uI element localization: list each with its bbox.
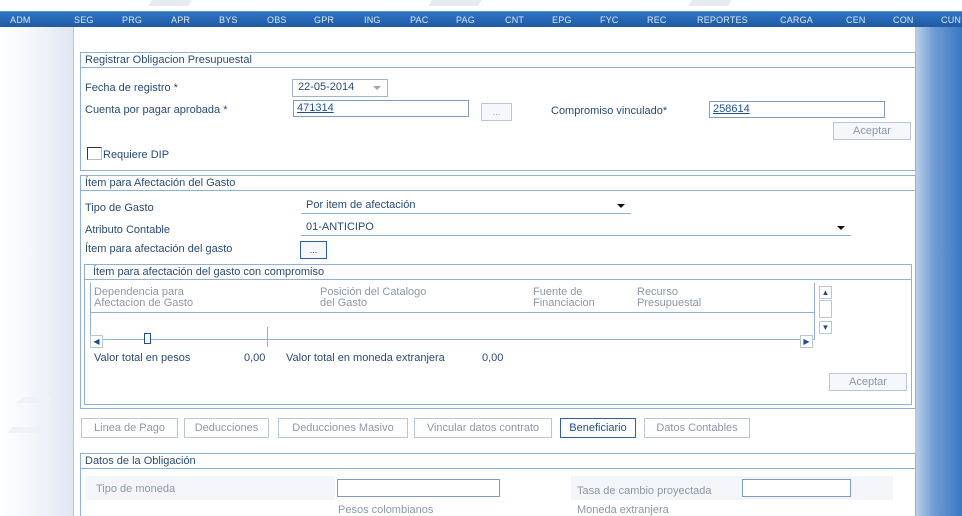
menu-item-cnt[interactable]: CNT bbox=[505, 12, 524, 27]
fecha-select[interactable]: 22-05-2014 bbox=[292, 79, 388, 97]
compromiso-label: Compromiso vinculado* bbox=[551, 105, 668, 117]
right-background bbox=[916, 27, 962, 516]
menu-item-ing[interactable]: ING bbox=[364, 12, 381, 27]
menu-item-apr[interactable]: APR bbox=[171, 12, 190, 27]
tab-deducciones[interactable]: Deducciones bbox=[184, 418, 269, 438]
menu-item-pag[interactable]: PAG bbox=[456, 12, 475, 27]
requiere-dip-checkbox[interactable] bbox=[87, 147, 102, 160]
valor-extranjera-value: 0,00 bbox=[482, 352, 504, 364]
tab-linea-de-pago[interactable]: Linea de Pago bbox=[81, 418, 178, 438]
menu-item-gpr[interactable]: GPR bbox=[314, 12, 334, 27]
chevron-down-icon bbox=[617, 204, 625, 208]
valor-pesos-value: 0,00 bbox=[244, 352, 266, 364]
scroll-down-button[interactable]: ▼ bbox=[819, 321, 832, 334]
item-afectacion-label: Ítem para afectación del gasto bbox=[85, 243, 233, 255]
cuenta-lookup-button[interactable]: ... bbox=[481, 103, 512, 121]
menu-item-cen[interactable]: CEN bbox=[846, 12, 866, 27]
column-header-recurso: Recurso Presupuestal bbox=[637, 286, 702, 309]
column-header-fuente: Fuente de Financiacion bbox=[533, 286, 595, 309]
aceptar-button[interactable]: Aceptar bbox=[833, 122, 911, 140]
scrollbar-divider bbox=[267, 327, 268, 347]
tipo-gasto-select[interactable]: Por item de afectación bbox=[301, 198, 631, 214]
scroll-left-button[interactable]: ◀ bbox=[90, 335, 103, 348]
scrollbar-track[interactable] bbox=[819, 300, 832, 318]
decoration bbox=[17, 397, 53, 403]
cuenta-input[interactable]: 471314 bbox=[293, 100, 469, 117]
menu-item-obs[interactable]: OBS bbox=[267, 12, 287, 27]
decoration bbox=[688, 0, 732, 6]
tab-deducciones-masivo[interactable]: Deducciones Masivo bbox=[278, 418, 408, 438]
menu-item-fyc[interactable]: FYC bbox=[600, 12, 619, 27]
menu-item-con[interactable]: CON bbox=[893, 12, 914, 27]
decoration bbox=[7, 427, 43, 433]
scroll-right-button[interactable]: ▶ bbox=[800, 335, 813, 348]
decoration bbox=[148, 0, 192, 6]
compromiso-input[interactable]: 258614 bbox=[709, 101, 885, 118]
tasa-label: Tasa de cambio proyectada bbox=[577, 485, 712, 497]
menu-item-reportes[interactable]: REPORTES bbox=[697, 12, 748, 27]
column-header-posicion: Posición del Catalogo del Gasto bbox=[320, 286, 427, 309]
tipo-gasto-value: Por item de afectación bbox=[306, 199, 416, 211]
valor-extranjera-label: Valor total en moneda extranjera bbox=[286, 352, 445, 364]
tipo-gasto-label: Tipo de Gasto bbox=[85, 202, 154, 214]
menu-item-adm[interactable]: ADM bbox=[10, 12, 31, 27]
scroll-up-button[interactable]: ▲ bbox=[819, 286, 832, 299]
pesos-colombianos-label: Pesos colombianos bbox=[338, 504, 434, 516]
grid-divider bbox=[91, 312, 814, 313]
menu-bar: ADM SEG PRG APR BYS OBS GPR ING PAC PAG … bbox=[0, 11, 962, 27]
chevron-down-icon bbox=[837, 226, 845, 230]
valor-pesos-label: Valor total en pesos bbox=[94, 352, 191, 364]
tab-vincular-datos-contrato[interactable]: Vincular datos contrato bbox=[414, 418, 552, 438]
requiere-dip-label: Requiere DIP bbox=[103, 149, 170, 161]
atributo-select[interactable]: 01-ANTICIPO bbox=[301, 220, 851, 236]
compromiso-value: 258614 bbox=[713, 103, 750, 115]
top-strip bbox=[0, 0, 962, 11]
menu-item-carga[interactable]: CARGA bbox=[780, 12, 813, 27]
menu-item-cun[interactable]: CUN bbox=[941, 12, 961, 27]
section-title: Ítem para Afectación del Gasto bbox=[81, 176, 915, 191]
menu-item-rec[interactable]: REC bbox=[647, 12, 667, 27]
scrollbar-thumb[interactable] bbox=[144, 333, 151, 344]
results-grid bbox=[90, 283, 815, 340]
tab-datos-contables[interactable]: Datos Contables bbox=[644, 418, 750, 438]
menu-item-seg[interactable]: SEG bbox=[74, 12, 94, 27]
cuenta-value: 471314 bbox=[297, 102, 334, 114]
menu-item-prg[interactable]: PRG bbox=[122, 12, 142, 27]
section-title: Ítem para afectación del gasto con compr… bbox=[85, 265, 911, 280]
grid-aceptar-button[interactable]: Aceptar bbox=[829, 373, 907, 391]
item-afectacion-button[interactable]: ... bbox=[300, 241, 327, 259]
tipo-moneda-input[interactable] bbox=[337, 479, 500, 497]
atributo-label: Atributo Contable bbox=[85, 224, 170, 236]
cuenta-label: Cuenta por pagar aprobada * bbox=[85, 104, 228, 116]
section-title: Datos de la Obligación bbox=[81, 454, 915, 469]
column-header-dependencia: Dependencia para Afectacion de Gasto bbox=[94, 286, 194, 309]
tipo-moneda-label: Tipo de moneda bbox=[96, 483, 176, 495]
fecha-label: Fecha de registro * bbox=[85, 82, 178, 94]
decoration bbox=[428, 0, 482, 6]
moneda-extranjera-label: Moneda extranjera bbox=[577, 504, 669, 516]
left-background bbox=[0, 27, 73, 516]
menu-item-pac[interactable]: PAC bbox=[410, 12, 428, 27]
tab-beneficiario[interactable]: Beneficiario bbox=[560, 418, 636, 438]
fecha-value: 22-05-2014 bbox=[298, 81, 355, 93]
section-title: Registrar Obligacion Presupuestal bbox=[81, 53, 915, 68]
main-panel: Registrar Obligacion Presupuestal Fecha … bbox=[73, 27, 916, 516]
chevron-down-icon bbox=[373, 86, 381, 90]
menu-item-epg[interactable]: EPG bbox=[552, 12, 572, 27]
atributo-value: 01-ANTICIPO bbox=[306, 221, 374, 233]
menu-item-bys[interactable]: BYS bbox=[219, 12, 238, 27]
tasa-input[interactable] bbox=[742, 479, 851, 497]
